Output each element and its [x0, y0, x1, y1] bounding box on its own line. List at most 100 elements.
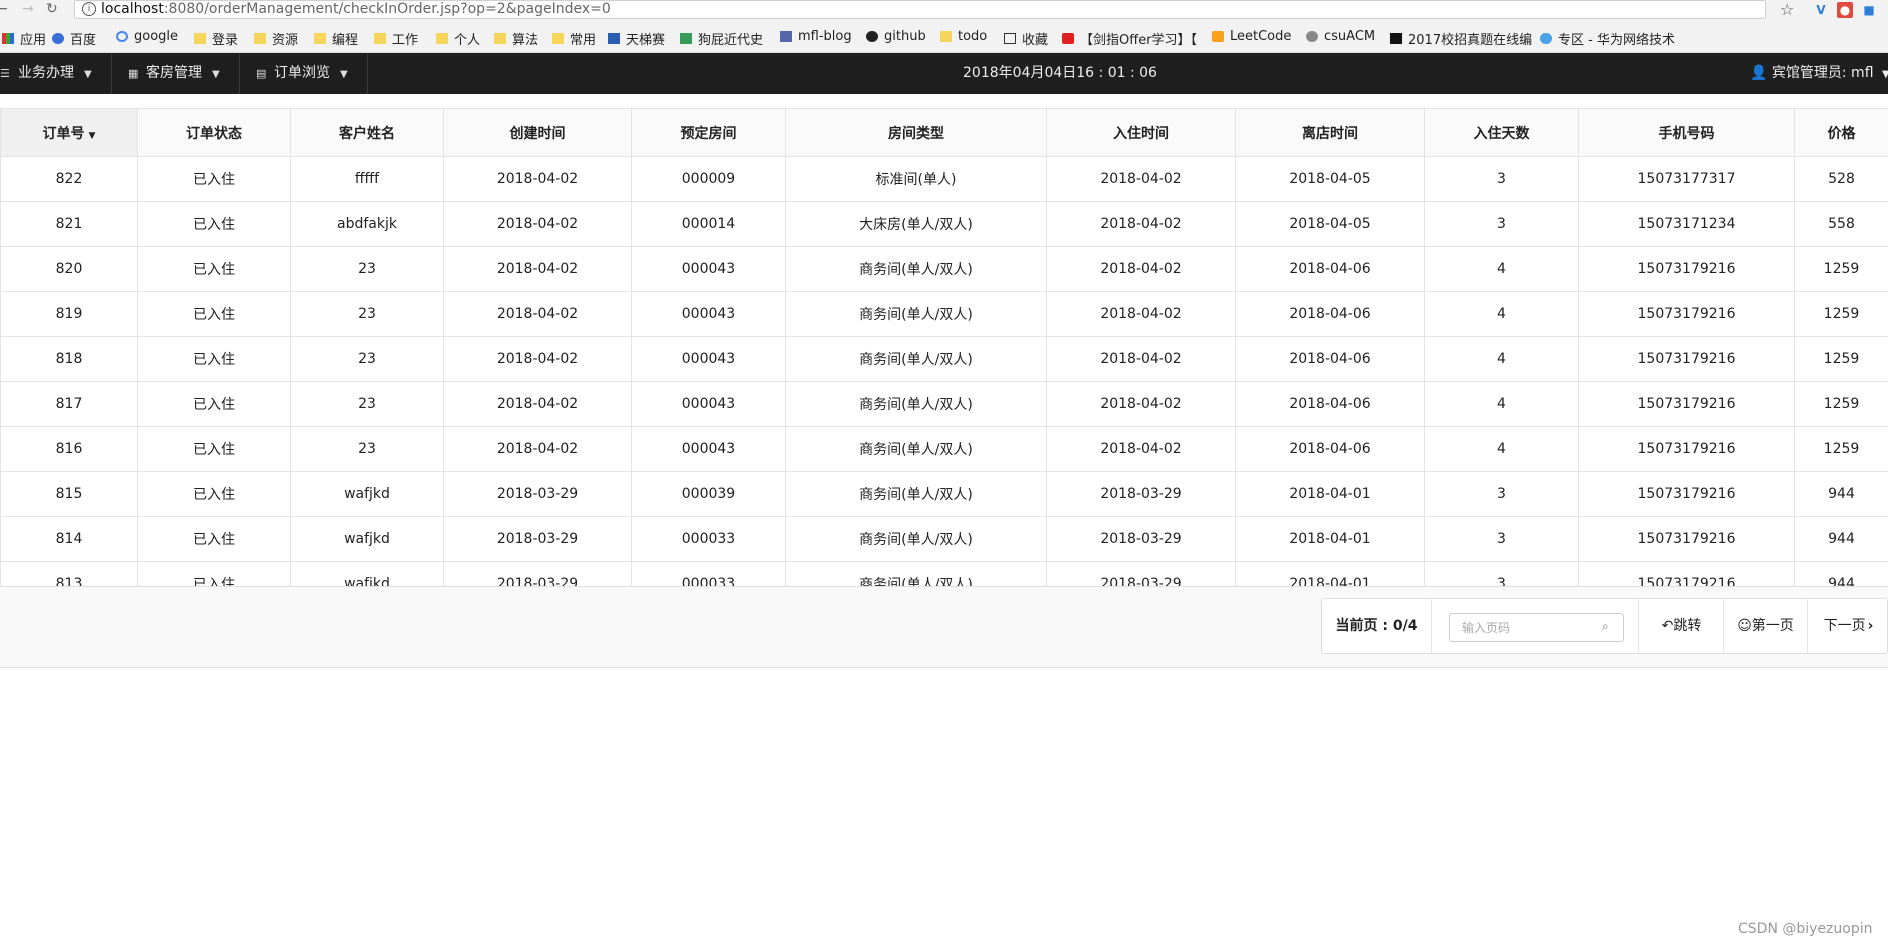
- table-cell: 15073179216: [1578, 336, 1795, 382]
- bookmark-item[interactable]: google: [116, 29, 178, 44]
- table-row[interactable]: 821 已入住 abdfakjk 2018-04-02 000014 大床房(单人/双人)…: [0, 201, 1888, 247]
- menu-orders[interactable]: ▤ 订单浏览 ▼: [240, 53, 368, 94]
- bookmark-item[interactable]: LeetCode: [1212, 29, 1291, 44]
- table-cell: 2018-04-02: [443, 291, 632, 337]
- sort-caret-icon: ▼: [88, 130, 96, 141]
- bookmark-item[interactable]: 资源: [254, 29, 298, 48]
- extension-blue-icon[interactable]: ■: [1861, 2, 1877, 18]
- bookmark-item[interactable]: mfl-blog: [780, 29, 852, 44]
- column-header[interactable]: 价格: [1794, 108, 1888, 157]
- table-cell: 2018-03-29: [1046, 516, 1236, 562]
- column-header[interactable]: 订单状态: [137, 108, 291, 157]
- table-row[interactable]: 822 已入住 fffff 2018-04-02 000009 标准间(单人) 2018-0…: [0, 156, 1888, 202]
- back-icon[interactable]: ←: [0, 1, 8, 17]
- table-cell: 818: [0, 336, 138, 382]
- table-row[interactable]: 815 已入住 wafjkd 2018-03-29 000039 商务间(单人/双人) 20…: [0, 471, 1888, 517]
- table-cell: 1259: [1794, 426, 1888, 472]
- address-url[interactable]: localhost:8080/orderManagement/checkInOr…: [101, 1, 611, 17]
- bookmark-label: 【剑指Offer学习】【: [1080, 33, 1198, 48]
- table-row[interactable]: 820 已入住 23 2018-04-02 000043 商务间(单人/双人) 2018-0…: [0, 246, 1888, 292]
- table-cell: 1259: [1794, 336, 1888, 382]
- column-header[interactable]: 手机号码: [1578, 108, 1795, 157]
- bookmark-label: 资源: [272, 33, 299, 48]
- caret-down-icon: ▼: [1881, 69, 1888, 80]
- bookmark-item[interactable]: 收藏: [1004, 29, 1048, 48]
- column-header[interactable]: 入住时间: [1046, 108, 1236, 157]
- bookmark-item[interactable]: 编程: [314, 29, 358, 48]
- column-header[interactable]: 预定房间: [631, 108, 786, 157]
- bookmark-item[interactable]: todo: [940, 29, 987, 44]
- column-header[interactable]: 入住天数: [1424, 108, 1579, 157]
- bookmark-item[interactable]: csuACM: [1306, 29, 1375, 44]
- table-cell: 814: [0, 516, 138, 562]
- table-cell: 3: [1424, 471, 1579, 517]
- bookmark-item[interactable]: 百度: [52, 29, 96, 48]
- bookmark-item[interactable]: 2017校招真题在线编: [1390, 29, 1532, 48]
- column-header[interactable]: 离店时间: [1235, 108, 1425, 157]
- column-header[interactable]: 房间类型: [785, 108, 1047, 157]
- menu-rooms-label: 客房管理: [146, 65, 202, 81]
- user-menu[interactable]: 👤 宾馆管理员: mfl ▼: [1750, 53, 1888, 95]
- table-cell: 2018-04-02: [443, 336, 632, 382]
- table-row[interactable]: 817 已入住 23 2018-04-02 000043 商务间(单人/双人) 2018-0…: [0, 381, 1888, 427]
- bookmark-label: 狗屁近代史: [698, 33, 764, 48]
- pagination: 当前页 : 0/4 ⌕ ↶跳转 ☺第一页 下一页›: [1321, 598, 1888, 654]
- smile-icon: ☺: [1737, 618, 1752, 634]
- table-cell: 2018-04-02: [1046, 381, 1236, 427]
- bookmark-item[interactable]: github: [866, 29, 926, 44]
- jump-button[interactable]: ↶跳转: [1640, 599, 1724, 653]
- bookmark-label: 编程: [332, 33, 359, 48]
- extension-chrome-icon[interactable]: ●: [1837, 2, 1853, 18]
- site-info-icon[interactable]: i: [82, 2, 96, 16]
- menu-rooms[interactable]: ▦ 客房管理 ▼: [112, 53, 240, 94]
- bookmark-item[interactable]: 个人: [436, 29, 480, 48]
- menu-business[interactable]: ☰ 业务办理 ▼: [0, 53, 112, 94]
- bookmark-item[interactable]: 登录: [194, 29, 238, 48]
- table-icon: ▤: [256, 67, 267, 80]
- column-header-label: 离店时间: [1302, 125, 1358, 142]
- table-row[interactable]: 819 已入住 23 2018-04-02 000043 商务间(单人/双人) 2018-0…: [0, 291, 1888, 337]
- table-cell: 3: [1424, 201, 1579, 247]
- bookmark-label: csuACM: [1324, 29, 1376, 44]
- table-cell: 2018-03-29: [1046, 471, 1236, 517]
- bookmark-label: LeetCode: [1230, 29, 1292, 44]
- extension-v-icon[interactable]: V: [1813, 2, 1829, 18]
- first-page-button[interactable]: ☺第一页: [1724, 599, 1808, 653]
- forward-icon[interactable]: →: [22, 1, 34, 17]
- table-body: 822 已入住 fffff 2018-04-02 000009 标准间(单人) 2018-0…: [0, 156, 1888, 607]
- search-icon[interactable]: ⌕: [1602, 619, 1609, 634]
- table-cell: 商务间(单人/双人): [785, 426, 1047, 472]
- reload-icon[interactable]: ↻: [46, 1, 58, 17]
- table-cell: 2018-04-02: [1046, 336, 1236, 382]
- pat-icon: [608, 33, 620, 44]
- bookmark-item[interactable]: 狗屁近代史: [680, 29, 763, 48]
- bookmark-item[interactable]: 算法: [494, 29, 538, 48]
- table-cell: 2018-04-02: [443, 156, 632, 202]
- next-page-button[interactable]: 下一页 ›: [1808, 599, 1888, 653]
- table-cell: 944: [1794, 471, 1888, 517]
- column-header[interactable]: 创建时间: [443, 108, 632, 157]
- table-cell: 2018-04-06: [1235, 381, 1425, 427]
- bookmark-item[interactable]: 【剑指Offer学习】【: [1062, 29, 1197, 48]
- column-header[interactable]: 订单号 ▼: [0, 108, 138, 157]
- bookmark-item[interactable]: 专区 - 华为网络技术: [1540, 29, 1675, 48]
- bookmark-item[interactable]: 天梯赛: [608, 29, 665, 48]
- column-header-label: 入住时间: [1113, 125, 1169, 142]
- bookmark-item[interactable]: 应用: [2, 29, 46, 48]
- table-cell: 1259: [1794, 291, 1888, 337]
- bookmark-item[interactable]: 工作: [374, 29, 418, 48]
- page-number-input[interactable]: [1449, 613, 1624, 642]
- table-cell: 15073179216: [1578, 426, 1795, 472]
- table-cell: wafjkd: [290, 471, 444, 517]
- table-cell: 1259: [1794, 246, 1888, 292]
- table-row[interactable]: 814 已入住 wafjkd 2018-03-29 000033 商务间(单人/双人) 20…: [0, 516, 1888, 562]
- table-row[interactable]: 818 已入住 23 2018-04-02 000043 商务间(单人/双人) 2018-0…: [0, 336, 1888, 382]
- bookmark-item[interactable]: 常用: [552, 29, 596, 48]
- table-cell: 816: [0, 426, 138, 472]
- table-cell: 2018-04-02: [443, 201, 632, 247]
- bookmark-star-icon[interactable]: ☆: [1780, 0, 1794, 19]
- column-header[interactable]: 客户姓名: [290, 108, 444, 157]
- column-header-label: 预定房间: [680, 125, 737, 142]
- table-cell: 23: [290, 381, 444, 427]
- table-row[interactable]: 816 已入住 23 2018-04-02 000043 商务间(单人/双人) 2018-0…: [0, 426, 1888, 472]
